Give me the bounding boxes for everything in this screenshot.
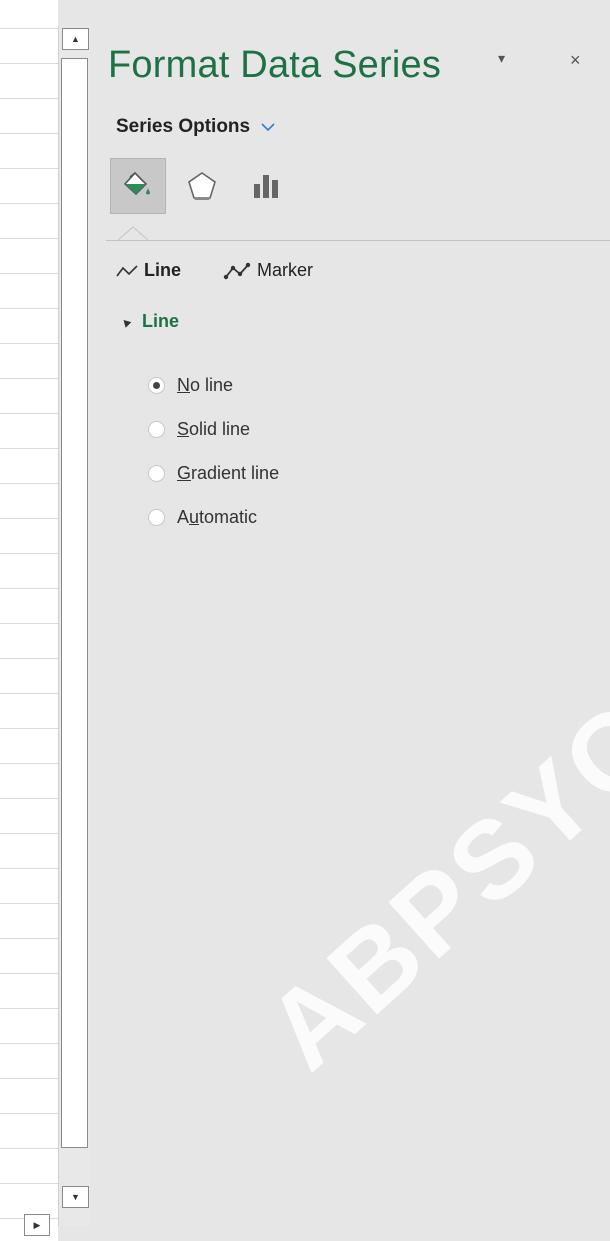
grid-row-line: [0, 133, 58, 134]
grid-row-line: [0, 1113, 58, 1114]
chevron-down-icon: [261, 123, 275, 132]
series-options-icon: [254, 175, 278, 198]
grid-row-line: [0, 868, 58, 869]
tab-divider: [106, 240, 610, 241]
fill-line-icon: [123, 171, 150, 196]
grid-row-line: [0, 413, 58, 414]
vertical-scrollbar[interactable]: [58, 26, 90, 1226]
grid-row-line: [0, 938, 58, 939]
grid-row-line: [0, 1148, 58, 1149]
grid-row-line: [0, 238, 58, 239]
radio-button[interactable]: [148, 464, 165, 482]
effects-icon: [188, 172, 216, 200]
chevron-down-icon: ▼: [71, 1192, 80, 1202]
grid-row-line: [0, 798, 58, 799]
grid-row-line: [0, 483, 58, 484]
radio-checked-dot: [153, 381, 160, 389]
subtab-line[interactable]: Line: [116, 260, 181, 281]
grid-row-line: [0, 658, 58, 659]
grid-row-line: [0, 1008, 58, 1009]
grid-row-line: [0, 1043, 58, 1044]
tab-fill-line[interactable]: [110, 158, 166, 214]
radio-no-line[interactable]: No line: [148, 363, 279, 407]
subtab-line-label: Line: [144, 260, 182, 280]
radio-label: No line: [177, 374, 234, 395]
grid-row-line: [0, 903, 58, 904]
caret-down-icon: ▾: [498, 50, 506, 66]
watermark: ABPSYCH: [243, 622, 610, 1093]
format-data-series-pane: Format Data Series ▾ × Series Options Li…: [92, 0, 610, 1241]
radio-button[interactable]: [148, 508, 165, 526]
series-options-dropdown[interactable]: Series Options: [116, 116, 276, 138]
active-tab-pointer: [118, 226, 148, 241]
line-section-label: Line: [142, 311, 180, 331]
marker-icon: [223, 262, 251, 279]
line-section-header[interactable]: Line: [120, 311, 180, 332]
grid-row-line: [0, 63, 58, 64]
grid-row-line: [0, 623, 58, 624]
subtab-marker[interactable]: Marker: [223, 260, 313, 281]
grid-row-line: [0, 448, 58, 449]
grid-row-line: [0, 1183, 58, 1184]
grid-row-line: [0, 378, 58, 379]
grid-row-line: [0, 1078, 58, 1079]
line-type-radio-group: No line Solid line Gradient line Automat…: [148, 363, 279, 539]
line-icon: [116, 264, 138, 276]
scroll-up-button[interactable]: ▲: [62, 28, 89, 50]
tab-series-options[interactable]: [238, 158, 294, 214]
line-marker-subtabs: Line Marker: [116, 260, 313, 281]
grid-row-line: [0, 588, 58, 589]
grid-row-line: [0, 168, 58, 169]
close-pane-button[interactable]: ×: [570, 50, 581, 71]
grid-row-line: [0, 833, 58, 834]
radio-label: Solid line: [177, 418, 251, 439]
format-category-tabs: [110, 158, 294, 214]
grid-row-line: [0, 728, 58, 729]
tab-effects[interactable]: [174, 158, 230, 214]
grid-row-line: [0, 308, 58, 309]
grid-row-line: [0, 693, 58, 694]
radio-button[interactable]: [148, 376, 165, 394]
grid-row-line: [0, 273, 58, 274]
chevron-right-icon: ▶: [33, 1219, 41, 1230]
scroll-right-button[interactable]: ▶: [24, 1214, 50, 1236]
pane-options-button[interactable]: ▾: [498, 50, 505, 67]
grid-row-line: [0, 28, 58, 29]
app-window: ▲ ▼ ▶ Format Data Series ▾ × Series Opti…: [0, 0, 610, 1241]
scroll-down-button[interactable]: ▼: [62, 1186, 89, 1208]
radio-label: Automatic: [177, 506, 258, 527]
pane-title: Format Data Series: [108, 44, 442, 86]
worksheet-grid[interactable]: [0, 0, 58, 1241]
grid-row-line: [0, 763, 58, 764]
grid-row-line: [0, 343, 58, 344]
series-options-label: Series Options: [116, 116, 251, 137]
radio-automatic[interactable]: Automatic: [148, 495, 279, 539]
close-icon: ×: [570, 50, 581, 70]
grid-row-line: [0, 203, 58, 204]
grid-row-line: [0, 518, 58, 519]
radio-gradient-line[interactable]: Gradient line: [148, 451, 279, 495]
grid-row-line: [0, 98, 58, 99]
radio-solid-line[interactable]: Solid line: [148, 407, 279, 451]
radio-label: Gradient line: [177, 462, 280, 483]
radio-button[interactable]: [148, 420, 165, 438]
chevron-up-icon: ▲: [71, 34, 80, 44]
grid-row-line: [0, 553, 58, 554]
collapse-triangle-icon: [120, 317, 132, 328]
grid-row-line: [0, 973, 58, 974]
subtab-marker-label: Marker: [257, 260, 314, 280]
scrollbar-thumb[interactable]: [61, 58, 88, 1148]
